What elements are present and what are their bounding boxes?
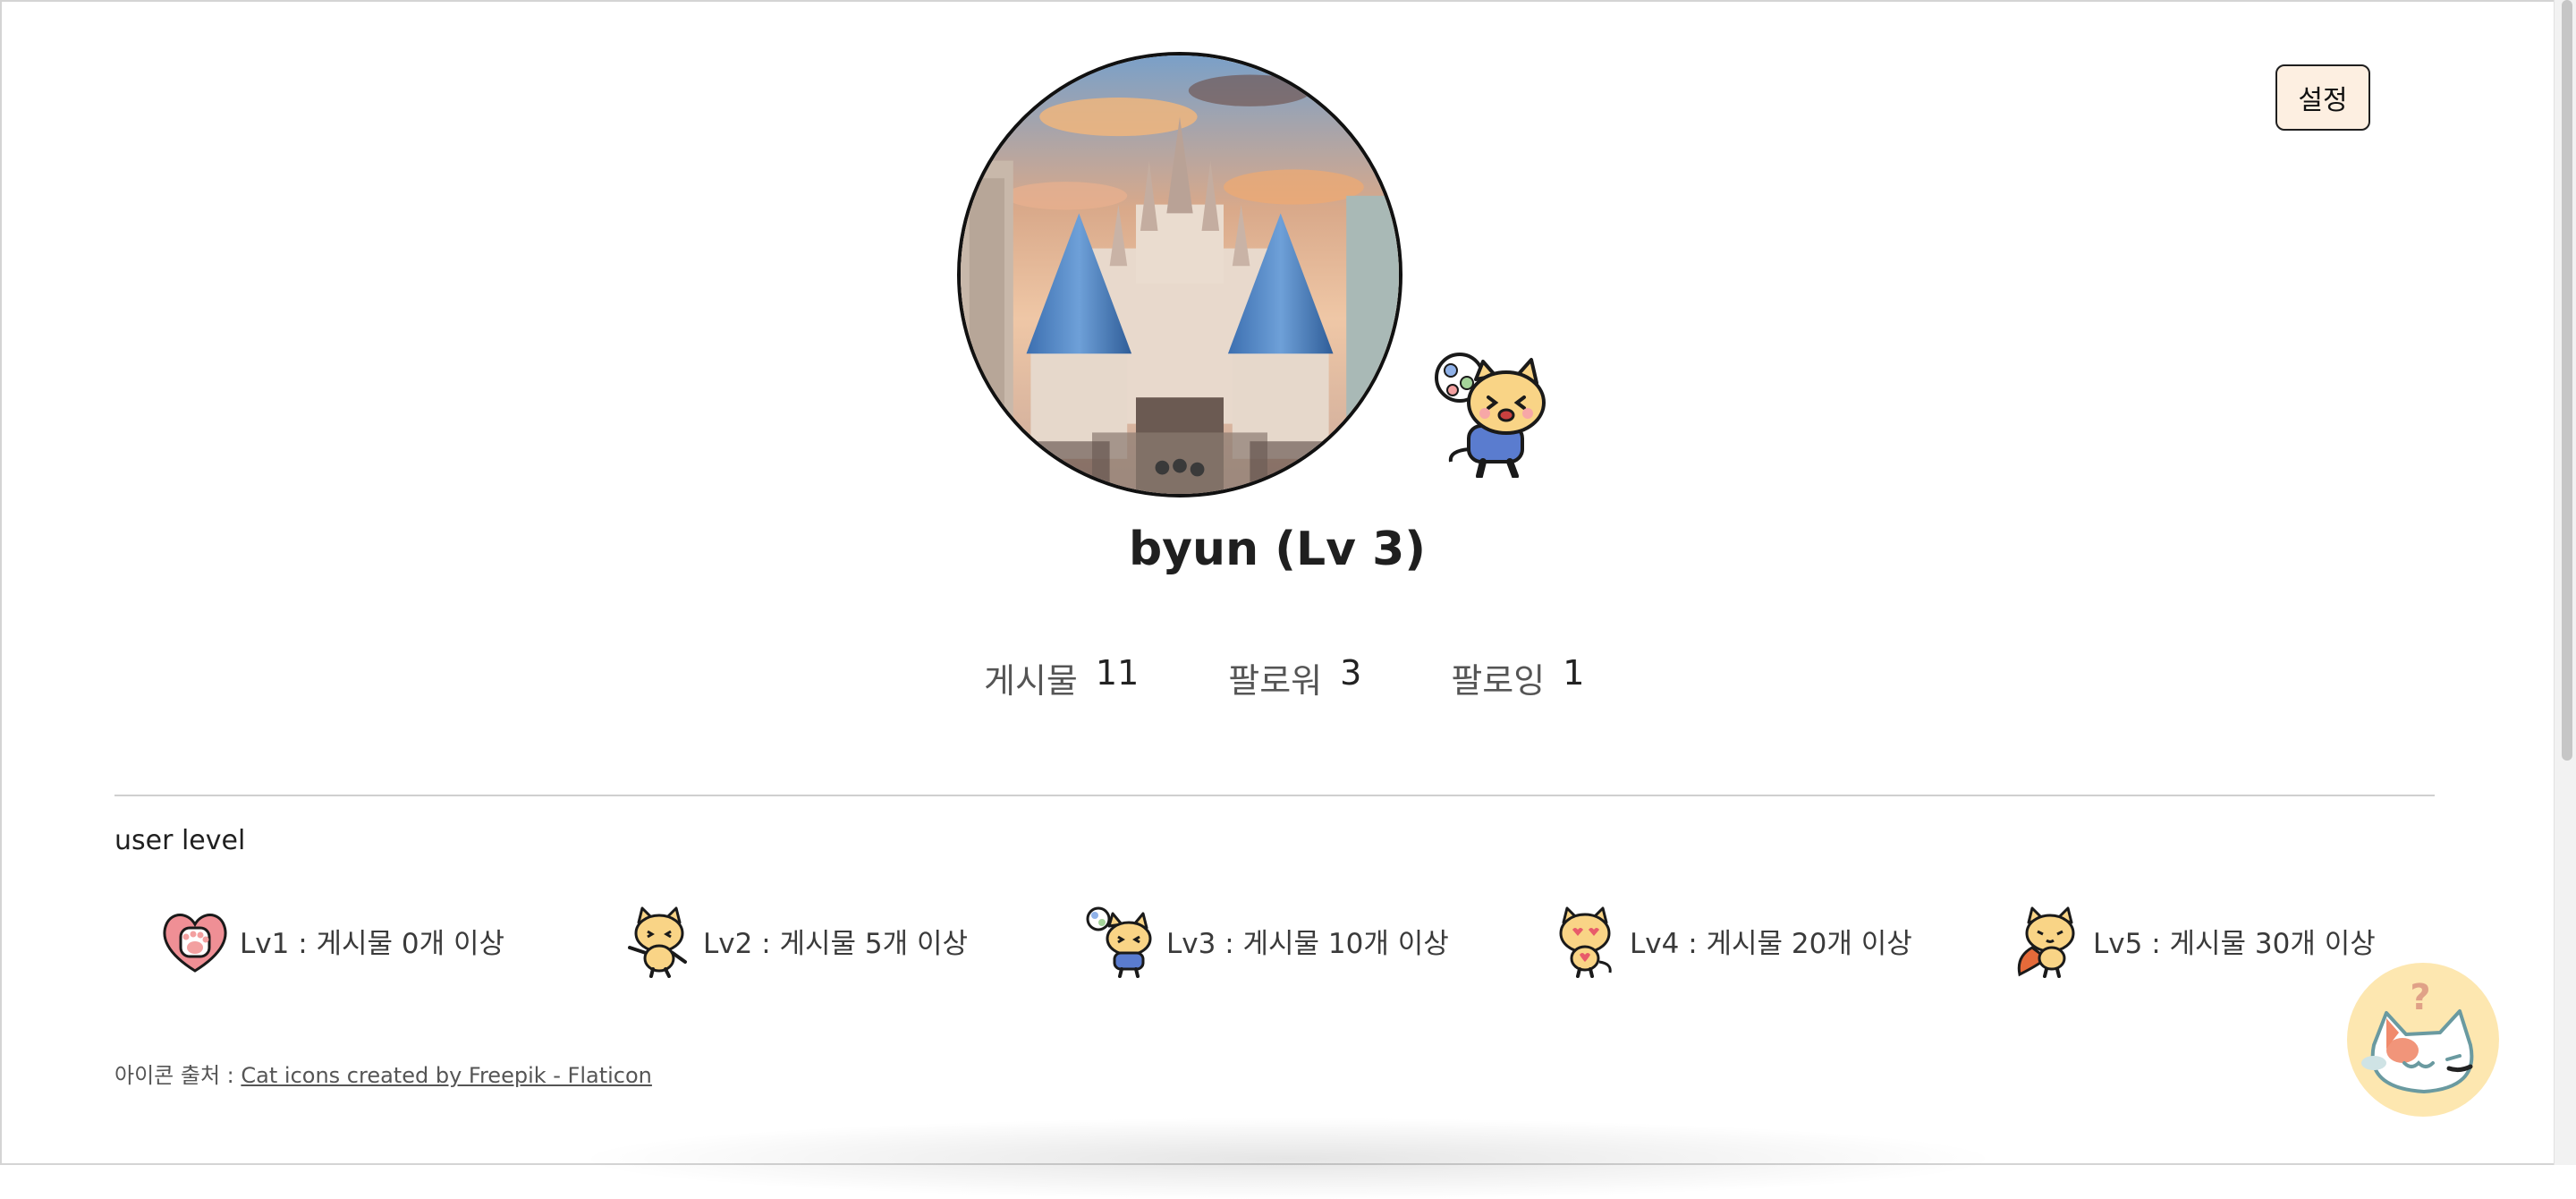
section-divider bbox=[114, 795, 2435, 796]
stat-label: 게시물 bbox=[984, 661, 1078, 701]
stat-posts[interactable]: 게시물 11 bbox=[984, 653, 1139, 702]
svg-text:?: ? bbox=[2410, 977, 2430, 1018]
stat-value: 1 bbox=[1563, 653, 1585, 693]
scrollbar-track[interactable] bbox=[2554, 0, 2576, 1165]
help-cat-icon: ? bbox=[2361, 977, 2474, 1093]
cat-dancing-icon bbox=[628, 906, 687, 978]
cat-balloon-icon bbox=[1086, 906, 1152, 978]
scrollbar-thumb[interactable] bbox=[2562, 0, 2572, 761]
cat-heart-eyes-icon bbox=[1559, 906, 1612, 978]
level-item-label: Lv2 : 게시물 5개 이상 bbox=[703, 927, 969, 960]
profile-stats: 게시물 11 팔로워 3 팔로잉 1 bbox=[984, 653, 1584, 702]
level-item-label: Lv5 : 게시물 30개 이상 bbox=[2093, 927, 2376, 960]
level-item-3: Lv3 : 게시물 10개 이상 bbox=[1084, 900, 1449, 981]
bottom-shadow bbox=[590, 1118, 1986, 1199]
stat-label: 팔로워 bbox=[1228, 661, 1323, 701]
castle-photo bbox=[961, 55, 1399, 494]
level-item-label: Lv4 : 게시물 20개 이상 bbox=[1630, 927, 1912, 960]
help-cat-button[interactable]: ? bbox=[2347, 963, 2499, 1117]
level-item-2: Lv2 : 게시물 5개 이상 bbox=[621, 900, 968, 981]
level-item-label: Lv1 : 게시물 0개 이상 bbox=[240, 927, 505, 960]
heart-paw-icon bbox=[163, 914, 227, 973]
cat-hero-icon bbox=[2017, 906, 2075, 978]
stat-following[interactable]: 팔로잉 1 bbox=[1451, 653, 1584, 702]
stat-followers[interactable]: 팔로워 3 bbox=[1228, 653, 1361, 702]
level-item-5: Lv5 : 게시물 30개 이상 bbox=[2011, 900, 2376, 981]
settings-button[interactable]: 설정 bbox=[2275, 64, 2370, 131]
stat-value: 11 bbox=[1095, 653, 1140, 693]
level-item-label: Lv3 : 게시물 10개 이상 bbox=[1166, 927, 1449, 960]
credit-prefix: 아이콘 출처 : bbox=[114, 1063, 234, 1088]
level-list: Lv1 : 게시물 0개 이상 Lv2 : 게시물 5개 이상 Lv3 : 게시… bbox=[152, 900, 2406, 981]
profile-username: byun (Lv 3) bbox=[1128, 523, 1427, 576]
level-item-1: Lv1 : 게시물 0개 이상 bbox=[157, 900, 504, 981]
level-item-4: Lv4 : 게시물 20개 이상 bbox=[1547, 900, 1912, 981]
profile-avatar bbox=[957, 52, 1402, 497]
stat-label: 팔로잉 bbox=[1451, 661, 1546, 701]
icon-credit: 아이콘 출처 : Cat icons created by Freepik - … bbox=[114, 1058, 652, 1089]
credit-link[interactable]: Cat icons created by Freepik - Flaticon bbox=[241, 1063, 652, 1088]
stat-value: 3 bbox=[1340, 653, 1362, 693]
level-badge-icon bbox=[1431, 344, 1556, 480]
level-section-heading: user level bbox=[114, 825, 246, 856]
